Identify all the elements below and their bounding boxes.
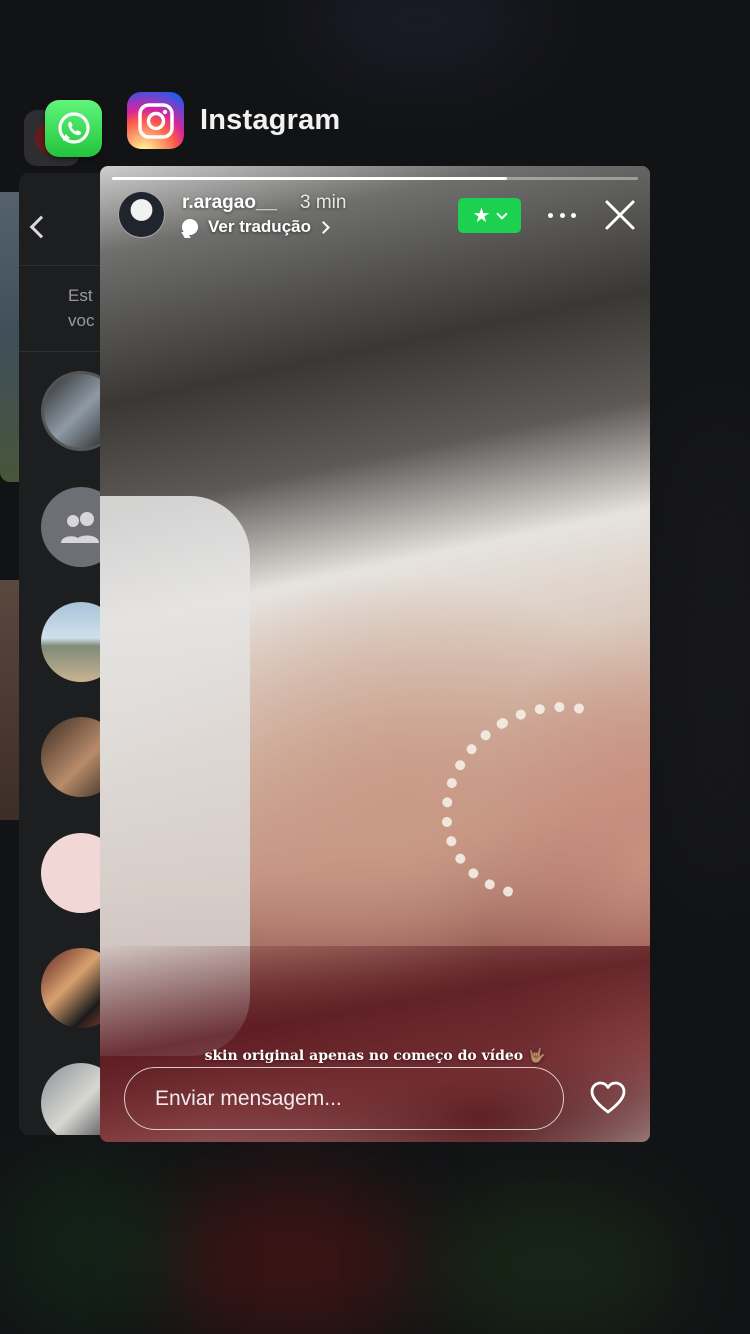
- app-title: Instagram: [200, 104, 341, 136]
- story-caption: skin original apenas no começo do vídeo …: [204, 1048, 546, 1064]
- chevron-down-icon: [496, 207, 509, 220]
- story-author-avatar[interactable]: [118, 191, 165, 238]
- close-friends-badge[interactable]: ★: [458, 198, 521, 233]
- heart-icon[interactable]: [590, 1081, 626, 1115]
- text-fragment: voc: [68, 311, 95, 330]
- speech-bubble-icon: [182, 219, 198, 235]
- story-timestamp: 3 min: [300, 192, 347, 213]
- group-icon: [61, 512, 99, 543]
- blur-blob: [0, 1160, 180, 1330]
- whatsapp-glyph-icon: [57, 111, 90, 144]
- more-options-icon[interactable]: [548, 210, 576, 220]
- blur-blob: [420, 1190, 680, 1334]
- text-fragment: Est: [68, 286, 93, 305]
- instagram-icon[interactable]: [127, 92, 184, 149]
- story-progress-fill: [112, 177, 507, 180]
- send-message-input[interactable]: [124, 1067, 564, 1130]
- previous-app-text: Est voc: [68, 283, 94, 333]
- chevron-left-icon: [29, 215, 53, 239]
- star-icon: ★: [472, 204, 491, 227]
- instagram-story-card[interactable]: r.aragao__ 3 min Ver tradução ★ skin ori…: [100, 166, 650, 1142]
- previous-app-card-edge[interactable]: [0, 192, 19, 482]
- app-switcher-header: Instagram: [0, 0, 750, 170]
- whatsapp-icon[interactable]: [45, 100, 102, 157]
- camera-glyph-icon: [137, 102, 174, 139]
- story-progress-bar: [112, 177, 638, 180]
- story-media-detail: [405, 663, 650, 939]
- blur-blob: [160, 1180, 420, 1334]
- blur-blob: [660, 400, 750, 900]
- translate-link[interactable]: Ver tradução: [182, 217, 330, 237]
- translate-label: Ver tradução: [208, 217, 311, 236]
- previous-app-card-edge[interactable]: [0, 580, 19, 820]
- close-icon[interactable]: [604, 199, 636, 231]
- story-username[interactable]: r.aragao__: [182, 192, 277, 214]
- chevron-right-icon: [317, 220, 330, 234]
